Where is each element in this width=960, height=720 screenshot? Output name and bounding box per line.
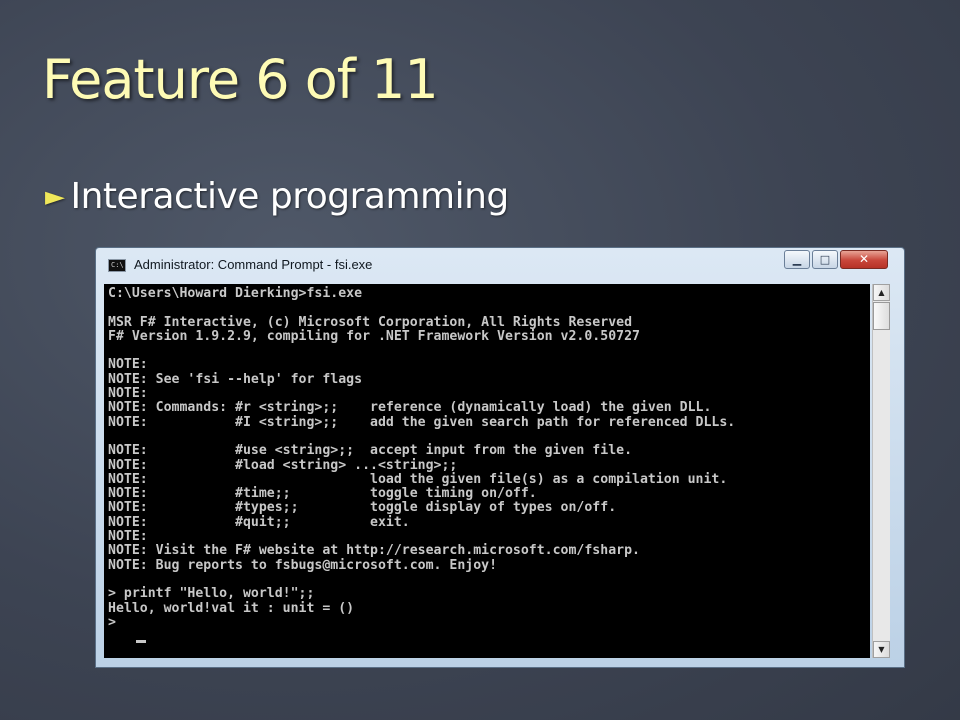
console-line: NOTE: Commands: #r <string>;; reference … [108,400,712,416]
bullet-item: ► Interactive programming [45,176,509,217]
console-line: C:\Users\Howard Dierking>fsi.exe [108,286,363,301]
console-line: NOTE: #quit;; exit. [108,514,410,530]
console-line: NOTE: [108,386,148,402]
console-line: > printf "Hello, world!";; [108,586,315,602]
cmd-icon[interactable]: C:\ [108,259,126,272]
scroll-up-button[interactable]: ▲ [873,284,890,301]
maximize-button[interactable]: □ [812,250,838,269]
arrow-down-icon: ▼ [878,645,885,654]
console-line: NOTE: [108,357,148,373]
triangle-bullet-icon: ► [45,181,65,212]
window-titlebar[interactable]: C:\ Administrator: Command Prompt - fsi.… [96,248,904,282]
console-line: NOTE: #I <string>;; add the given search… [108,414,736,430]
arrow-up-icon: ▲ [878,288,885,297]
console-line: F# Version 1.9.2.9, compiling for .NET F… [108,328,640,344]
console-line: NOTE: #use <string>;; accept input from … [108,443,633,459]
maximize-icon: □ [819,253,831,266]
console-line: > [108,614,116,630]
window-title: Administrator: Command Prompt - fsi.exe [134,257,373,272]
console-line: NOTE: #time;; toggle timing on/off. [108,486,537,502]
console-line: NOTE: #types;; toggle display of types o… [108,500,617,516]
console-output[interactable]: C:\Users\Howard Dierking>fsi.exe MSR F# … [104,284,870,658]
slide-title: Feature 6 of 11 [42,48,439,111]
console-line: Hello, world!val it : unit = () [108,600,355,616]
scroll-down-button[interactable]: ▼ [873,641,890,658]
close-button[interactable]: ✕ [840,250,888,269]
console-line: NOTE: [108,529,148,545]
console-text: C:\Users\Howard Dierking>fsi.exe MSR F# … [104,284,870,630]
minimize-icon: ▁ [792,253,802,266]
console-line: NOTE: load the given file(s) as a compil… [108,471,728,487]
console-line: NOTE: Bug reports to fsbugs@microsoft.co… [108,557,498,573]
scroll-thumb[interactable] [873,302,890,330]
command-prompt-window: C:\ Administrator: Command Prompt - fsi.… [95,247,905,668]
console-line: NOTE: Visit the F# website at http://res… [108,543,640,559]
close-icon: ✕ [858,252,870,266]
vertical-scrollbar[interactable]: ▲ ▼ [872,284,890,658]
text-cursor [136,640,146,643]
console-line: MSR F# Interactive, (c) Microsoft Corpor… [108,314,633,330]
console-line: NOTE: #load <string> ...<string>;; [108,457,458,473]
bullet-text: Interactive programming [70,176,510,217]
minimize-button[interactable]: ▁ [784,250,810,269]
console-line: NOTE: See 'fsi --help' for flags [108,371,363,387]
